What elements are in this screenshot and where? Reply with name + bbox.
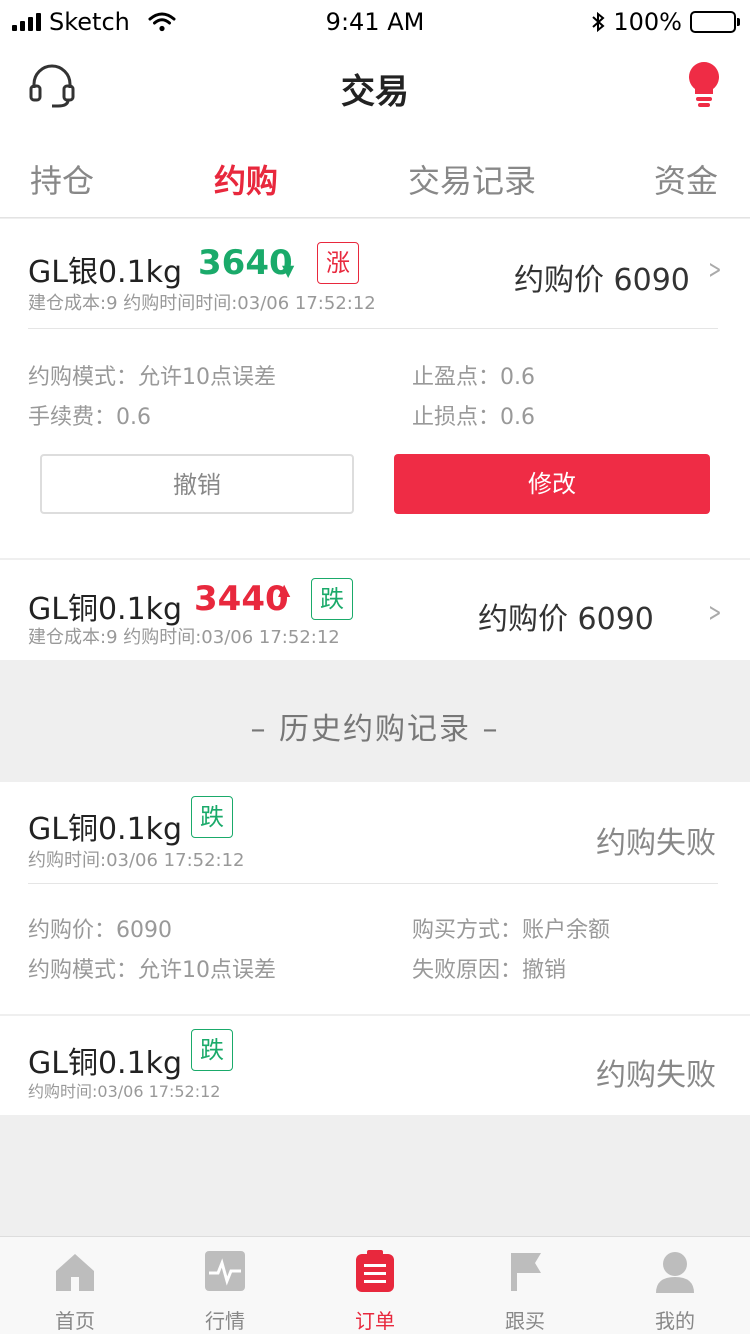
tab-bar: 持仓 约购 交易记录 资金 xyxy=(0,130,750,218)
tab-holdings[interactable]: 持仓 xyxy=(30,156,94,202)
product-name: GL铜0.1kg xyxy=(28,812,183,847)
rise-badge: 涨 xyxy=(317,242,359,284)
status-right: 100% xyxy=(591,8,740,36)
history-section-title: – 历史约购记录 – xyxy=(250,712,500,747)
battery-percent: 100% xyxy=(613,8,682,36)
history-subtitle: 约购时间:03/06 17:52:12 xyxy=(28,1082,221,1101)
detail-target-price: 约购价：6090 xyxy=(28,918,172,943)
fall-badge: 跌 xyxy=(311,578,353,620)
detail-mode: 约购模式：允许10点误差 xyxy=(28,958,276,983)
price-up-icon: ▲ xyxy=(278,580,291,599)
history-card[interactable]: GL铜0.1kg 跌 约购时间:03/06 17:52:12 约购失败 xyxy=(0,1016,750,1115)
detail-take-profit: 止盈点：0.6 xyxy=(412,365,535,390)
tab-funds[interactable]: 资金 xyxy=(654,156,718,202)
product-name: GL铜0.1kg xyxy=(28,592,183,627)
status-bar: Sketch 9:41 AM 100% xyxy=(0,0,750,40)
flag-icon xyxy=(511,1253,541,1291)
detail-failure-reason: 失败原因：撤销 xyxy=(412,958,567,983)
detail-payment-method: 购买方式：账户余额 xyxy=(412,918,611,943)
order-subtitle: 建仓成本:9 约购时间时间:03/06 17:52:12 xyxy=(28,293,376,314)
nav-bar: 交易 xyxy=(0,40,750,130)
failed-status: 约购失败 xyxy=(596,826,716,861)
target-price: 约购价 6090 xyxy=(478,602,654,637)
page-title: 交易 xyxy=(341,72,409,112)
product-name: GL铜0.1kg xyxy=(28,1046,183,1081)
lightbulb-icon[interactable] xyxy=(686,60,722,108)
nav-orders-label: 订单 xyxy=(355,1309,395,1333)
chevron-right-icon[interactable]: > xyxy=(708,255,721,285)
tab-reservation[interactable]: 约购 xyxy=(214,156,278,202)
detail-fee: 手续费：0.6 xyxy=(28,405,151,430)
order-card[interactable]: GL银0.1kg 3640 ▼ 涨 建仓成本:9 约购时间时间:03/06 17… xyxy=(0,219,750,558)
target-price: 约购价 6090 xyxy=(514,263,690,298)
nav-market-label: 行情 xyxy=(205,1309,245,1333)
home-icon xyxy=(56,1254,94,1291)
divider xyxy=(28,883,718,884)
fall-badge: 跌 xyxy=(191,1029,233,1071)
current-price: 3640 xyxy=(198,243,293,283)
product-name: GL银0.1kg xyxy=(28,255,183,290)
chevron-right-icon[interactable]: > xyxy=(708,598,721,628)
nav-home-label: 首页 xyxy=(55,1309,95,1333)
cancel-button[interactable]: 撤销 xyxy=(40,454,354,514)
current-price: 3440 xyxy=(194,579,289,619)
history-subtitle: 约购时间:03/06 17:52:12 xyxy=(28,850,245,871)
detail-stop-loss: 止损点：0.6 xyxy=(412,405,535,430)
nav-market[interactable]: 行情 xyxy=(150,1237,300,1334)
order-card[interactable]: GL铜0.1kg 3440 ▲ 跌 建仓成本:9 约购时间:03/06 17:5… xyxy=(0,560,750,660)
nav-follow-label: 跟买 xyxy=(505,1309,545,1333)
chart-icon xyxy=(205,1251,245,1291)
failed-status: 约购失败 xyxy=(596,1058,716,1093)
tab-trade-records[interactable]: 交易记录 xyxy=(408,156,536,202)
price-down-icon: ▼ xyxy=(282,261,295,280)
battery-icon xyxy=(690,11,740,33)
detail-mode: 约购模式：允许10点误差 xyxy=(28,365,276,390)
history-card[interactable]: GL铜0.1kg 跌 约购时间:03/06 17:52:12 约购失败 约购价：… xyxy=(0,782,750,1014)
nav-follow[interactable]: 跟买 xyxy=(450,1237,600,1334)
user-icon xyxy=(656,1252,694,1293)
modify-button[interactable]: 修改 xyxy=(394,454,710,514)
nav-profile-label: 我的 xyxy=(655,1309,695,1333)
fall-badge: 跌 xyxy=(191,796,233,838)
bottom-tab-bar: 首页 行情 订单 跟买 我的 xyxy=(0,1236,750,1334)
bluetooth-icon xyxy=(592,11,605,33)
nav-profile[interactable]: 我的 xyxy=(600,1237,750,1334)
clipboard-icon xyxy=(356,1250,394,1292)
order-subtitle: 建仓成本:9 约购时间:03/06 17:52:12 xyxy=(28,627,340,648)
nav-home[interactable]: 首页 xyxy=(0,1237,150,1334)
nav-orders[interactable]: 订单 xyxy=(300,1237,450,1334)
divider xyxy=(28,328,718,329)
